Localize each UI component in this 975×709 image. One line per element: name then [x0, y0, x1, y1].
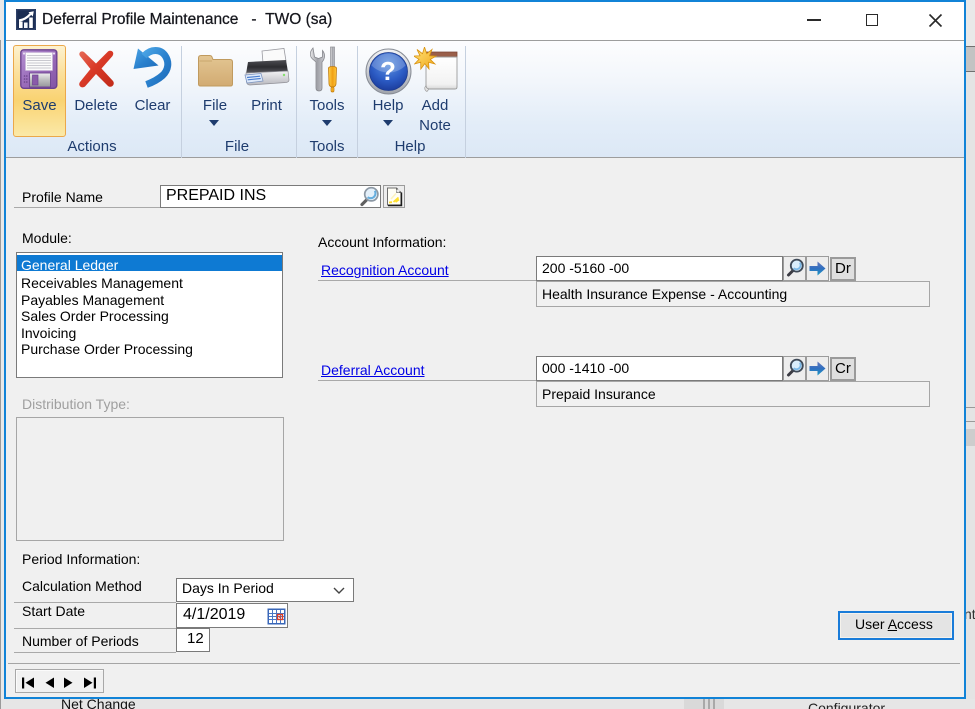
- svg-text:?: ?: [380, 56, 396, 86]
